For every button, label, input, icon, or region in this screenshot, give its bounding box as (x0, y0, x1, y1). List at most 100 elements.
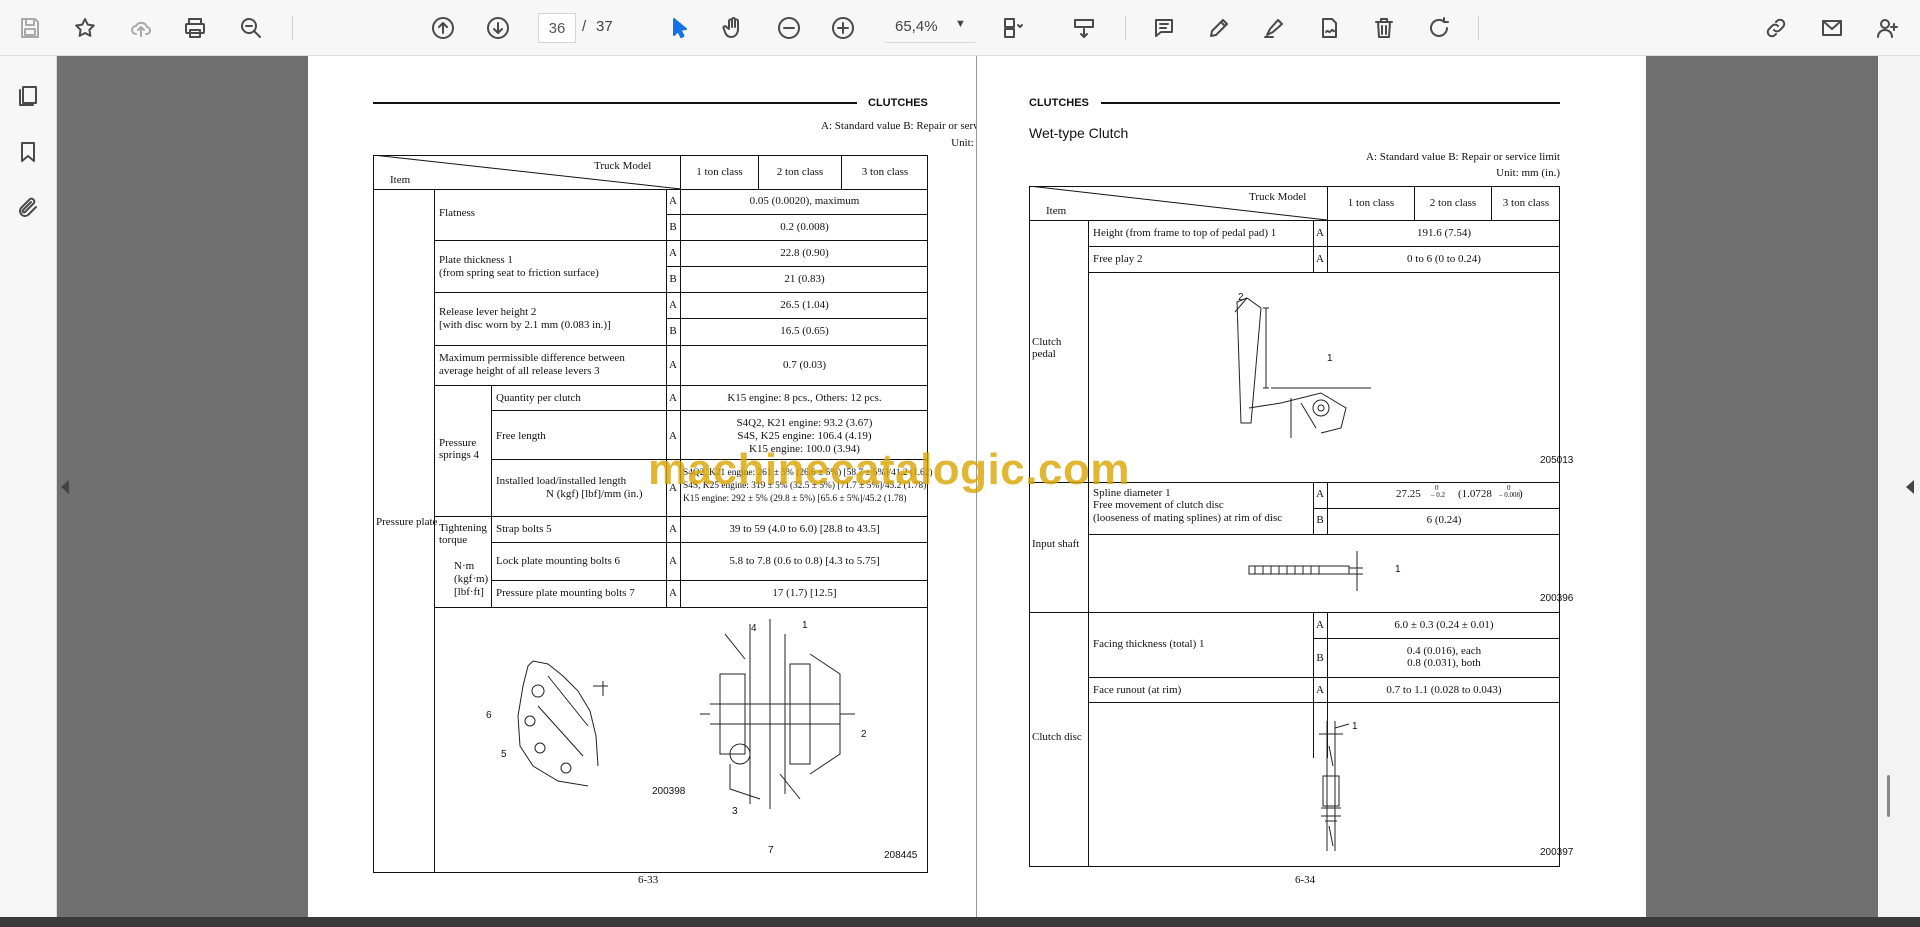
value-cell: 16.5 (0.65) (780, 325, 829, 337)
callout: 2 (861, 729, 867, 740)
add-user-icon[interactable] (1870, 11, 1904, 45)
pencil-icon[interactable] (1202, 11, 1236, 45)
toolbar-divider (292, 16, 293, 40)
collapse-left-arrow-icon[interactable] (61, 480, 69, 494)
page-number-input[interactable] (538, 13, 576, 43)
callout: 1 (1352, 721, 1358, 732)
attachments-icon[interactable] (11, 191, 45, 225)
value-cell: 6 (0.24) (1426, 514, 1462, 526)
print-icon[interactable] (178, 11, 212, 45)
value-cell: 0.2 (0.008) (780, 221, 829, 233)
select-pointer-icon[interactable] (663, 11, 697, 45)
callout: 1 (802, 620, 808, 631)
save-icon[interactable] (13, 11, 47, 45)
ab-label: A (1316, 684, 1324, 696)
table-rule (434, 345, 928, 346)
clutch-pedal-drawing (1221, 288, 1391, 443)
page-layout-icon[interactable] (996, 11, 1030, 45)
scroll-mode-icon[interactable] (1067, 11, 1101, 45)
ab-label: A (669, 555, 677, 567)
bookmarks-icon[interactable] (11, 135, 45, 169)
value-cell: 0.05 (0.0020), maximum (749, 195, 860, 207)
comment-icon[interactable] (1147, 11, 1181, 45)
ab-label: B (1316, 514, 1324, 526)
table-rule (491, 580, 928, 581)
callout: 5 (501, 749, 507, 760)
item-pressure-springs: Pressure (439, 437, 477, 449)
ab-label: B (669, 221, 677, 233)
page-up-icon[interactable] (426, 11, 460, 45)
figure-number: 200398 (652, 786, 686, 797)
callout: 1 (1395, 564, 1401, 575)
tolerance-lower: – 0.008 (1499, 491, 1520, 499)
ab-label: B (1316, 652, 1324, 664)
item-free-movement: Free movement of clutch disc (1093, 499, 1224, 511)
ab-label: A (669, 247, 677, 259)
page-separator: / (582, 18, 587, 35)
item-flatness: Flatness (439, 207, 476, 219)
ab-label: A (669, 299, 677, 311)
zoom-in-icon[interactable] (826, 11, 860, 45)
item-tightening-torque-2: torque (439, 534, 468, 546)
table-rule (434, 240, 928, 241)
table-rule (1313, 508, 1560, 509)
header-rule (1101, 102, 1560, 104)
pages-icon[interactable] (11, 79, 45, 113)
class-header: 2 ton class (776, 166, 824, 178)
toolbar-divider (1125, 16, 1126, 40)
tolerance-lower: – 0.2 (1431, 491, 1445, 499)
left-sidebar (0, 56, 57, 927)
email-icon[interactable] (1815, 11, 1849, 45)
delete-icon[interactable] (1367, 11, 1401, 45)
table-rule (491, 410, 928, 411)
torque-unit: (kgf·m) (454, 573, 489, 585)
value-spline-close: ) (1519, 488, 1523, 500)
figure-number: 200396 (1540, 593, 1574, 604)
ab-label: A (1316, 488, 1324, 500)
class-header: 3 ton class (1502, 197, 1550, 209)
value-cell: 5.8 to 7.8 (0.6 to 0.8) [4.3 to 5.75] (729, 555, 880, 567)
callout: 2 (1238, 292, 1244, 303)
callout: 6 (486, 710, 492, 721)
zoom-select[interactable]: 65,4% ▼ (885, 13, 975, 43)
section-title: Wet-type Clutch (1029, 125, 1129, 141)
table-rule (434, 516, 928, 517)
value-cell: S4Q2, K21 engine: 93.2 (3.67) (736, 417, 873, 429)
item-free-movement-note: (looseness of mating splines) at rim of … (1093, 512, 1283, 524)
item-max-difference: Maximum permissible difference between (439, 352, 625, 364)
sign-icon[interactable] (1312, 11, 1346, 45)
value-spline: 27.25 (1396, 488, 1421, 500)
zoom-value: 65,4% (895, 18, 938, 35)
rotate-icon[interactable] (1422, 11, 1456, 45)
table-rule (491, 542, 928, 543)
collapse-right-arrow-icon[interactable] (1906, 480, 1914, 494)
ab-label: A (669, 430, 677, 442)
value-cell: 0.7 to 1.1 (0.028 to 0.043) (1386, 684, 1502, 696)
item-pedal-height: Height (from frame to top of pedal pad) … (1093, 227, 1277, 239)
value-cell: 191.6 (7.54) (1416, 227, 1472, 239)
table-rule (1313, 638, 1560, 639)
value-cell: 0.8 (0.031), both (1407, 657, 1481, 669)
bottom-bar (0, 917, 1920, 927)
cloud-upload-icon[interactable] (124, 11, 158, 45)
header-truck-model: Truck Model (594, 160, 652, 172)
highlighter-icon[interactable] (1257, 11, 1291, 45)
value-cell: 17 (1.7) [12.5] (772, 587, 837, 599)
figure-number: 205013 (1540, 455, 1574, 466)
find-zoom-icon[interactable] (234, 11, 268, 45)
hand-pan-icon[interactable] (716, 11, 750, 45)
value-cell: 0 to 6 (0 to 0.24) (1407, 253, 1481, 265)
value-cell: 22.8 (0.90) (780, 247, 829, 259)
page-down-icon[interactable] (481, 11, 515, 45)
value-cell: 39 to 59 (4.0 to 6.0) [28.8 to 43.5] (729, 523, 880, 535)
zoom-out-icon[interactable] (772, 11, 806, 45)
callout: 1 (1327, 353, 1333, 364)
page-header: CLUTCHES (1029, 97, 1089, 109)
share-link-icon[interactable] (1759, 11, 1793, 45)
figure-number: 208445 (884, 850, 918, 861)
bookmark-star-icon[interactable] (68, 11, 102, 45)
value-cell: 0.7 (0.03) (782, 359, 827, 371)
ab-label: B (669, 273, 677, 285)
value-cell: 0.4 (0.016), each (1406, 645, 1482, 657)
scrollbar-thumb[interactable] (1887, 775, 1890, 817)
